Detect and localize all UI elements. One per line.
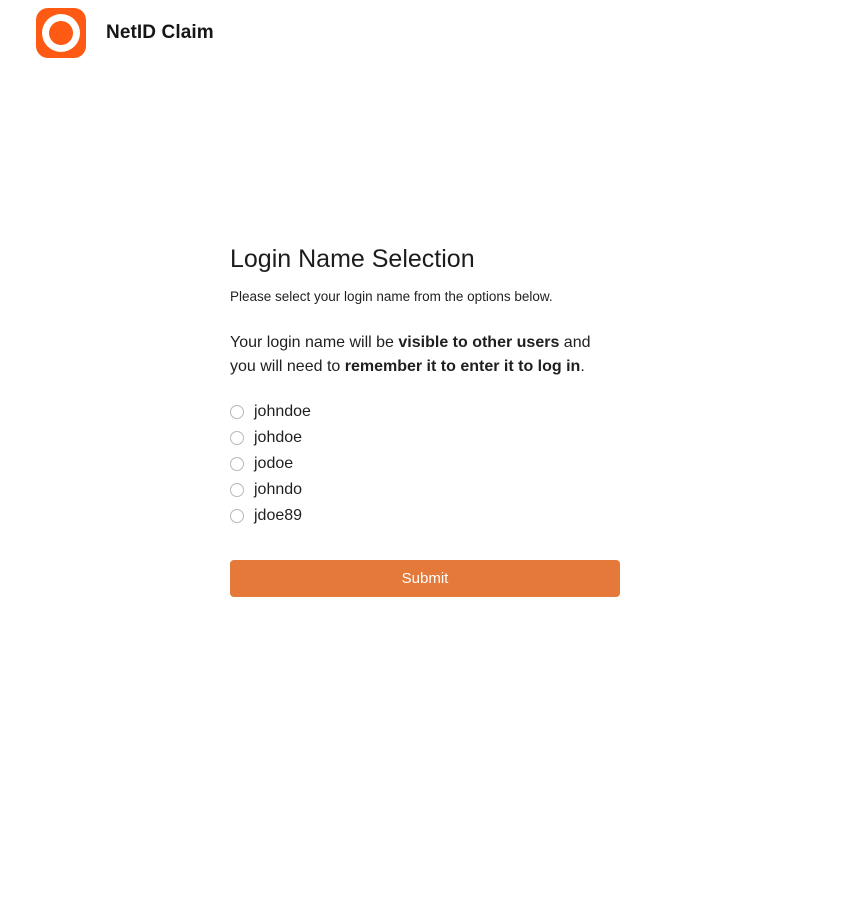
- netid-logo-icon: [36, 8, 86, 58]
- page-title: Login Name Selection: [230, 245, 475, 273]
- option-johdoe[interactable]: johdoe: [230, 425, 620, 451]
- submit-button[interactable]: Submit: [230, 560, 620, 597]
- option-jdoe89[interactable]: jdoe89: [230, 503, 620, 529]
- app-header: NetID Claim: [36, 8, 214, 58]
- page-subtitle: Please select your login name from the o…: [230, 289, 553, 304]
- radio-button[interactable]: [230, 483, 244, 497]
- notice-text-1: Your login name will be: [230, 334, 399, 351]
- option-jodoe[interactable]: jodoe: [230, 451, 620, 477]
- notice-bold-2: remember it to enter it to log in: [344, 358, 581, 375]
- radio-button[interactable]: [230, 457, 244, 471]
- app-title: NetID Claim: [106, 22, 214, 43]
- option-label: johdoe: [254, 429, 303, 446]
- logo-dot: [49, 21, 73, 45]
- option-label: johndoe: [254, 403, 311, 420]
- notice-text-3: .: [580, 358, 585, 375]
- login-name-form: Login Name Selection Please select your …: [230, 242, 620, 597]
- login-name-options: johndoe johdoe jodoe johndo jdoe89: [230, 399, 620, 529]
- option-label: jodoe: [254, 455, 294, 472]
- option-label: johndo: [254, 481, 303, 498]
- radio-button[interactable]: [230, 509, 244, 523]
- notice-bold-1: visible to other users: [398, 334, 560, 351]
- radio-button[interactable]: [230, 431, 244, 445]
- visibility-notice: Your login name will be visible to other…: [230, 331, 620, 379]
- option-johndoe[interactable]: johndoe: [230, 399, 620, 425]
- option-label: jdoe89: [254, 507, 303, 524]
- option-johndo[interactable]: johndo: [230, 477, 620, 503]
- radio-button[interactable]: [230, 405, 244, 419]
